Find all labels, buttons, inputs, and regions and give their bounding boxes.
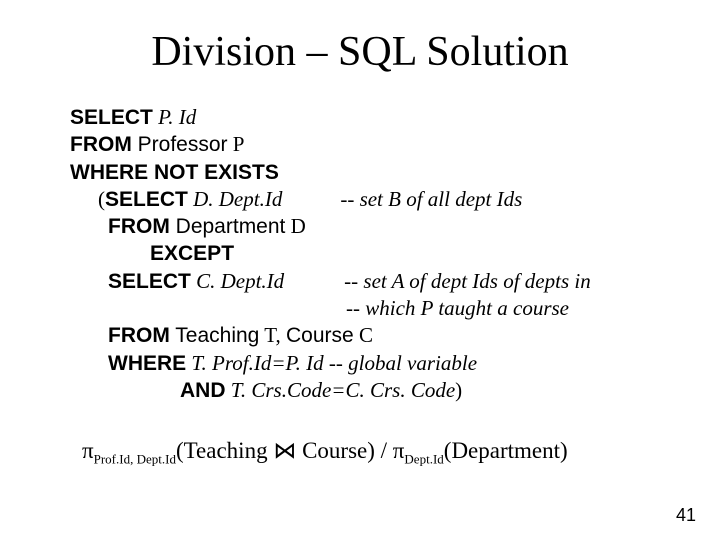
attr-ddeptid: D. Dept.Id — [188, 187, 282, 211]
sql-line-6: EXCEPT — [70, 240, 680, 267]
sql-line-2: FROM Professor P — [70, 131, 680, 158]
comment-global: -- global variable — [324, 351, 477, 375]
sql-line-9: WHERE T. Prof.Id=P. Id -- global variabl… — [70, 350, 680, 377]
relational-algebra-formula: πProf.Id, Dept.Id(Teaching ⋈ Course) / π… — [82, 438, 680, 468]
pi-symbol-1: π — [82, 438, 94, 463]
sql-line-8: FROM Teaching T, Course C — [70, 322, 680, 349]
sql-line-4: (SELECT D. Dept.Id -- set B of all dept I… — [70, 186, 680, 213]
attr-crscode: T. Crs.Code=C. Crs. Code — [226, 378, 456, 402]
tbl-department: Department — [170, 215, 286, 238]
tbl-professor: Professor — [132, 133, 228, 156]
sql-line-5: FROM Department D — [70, 213, 680, 240]
attr-pid: P. Id — [153, 105, 196, 129]
kw-select-inner1: SELECT — [105, 188, 188, 211]
alias-d: D — [285, 214, 305, 238]
comment-seta2: -- which P taught a course — [346, 296, 569, 320]
formula-arg2: (Department) — [444, 438, 568, 463]
tbl-course: Course — [286, 324, 354, 347]
sql-line-7: SELECT C. Dept.Id -- set A of dept Ids of… — [70, 268, 680, 295]
pi-sub-2: Dept.Id — [404, 452, 443, 467]
pi-sub-1: Prof.Id, Dept.Id — [94, 452, 176, 467]
sql-line-7b: -- which P taught a course — [70, 295, 680, 322]
alias-c: C — [354, 323, 373, 347]
paren-close: ) — [455, 378, 462, 402]
pi-symbol-2: π — [393, 438, 405, 463]
sql-line-1: SELECT P. Id — [70, 104, 680, 131]
slide-title: Division – SQL Solution — [40, 28, 680, 76]
slide-number: 41 — [676, 505, 696, 526]
mid-comma: T, — [259, 323, 286, 347]
sql-line-10: AND T. Crs.Code=C. Crs. Code) — [70, 377, 680, 404]
tbl-teaching: Teaching — [170, 324, 260, 347]
sql-line-3: WHERE NOT EXISTS — [70, 159, 680, 186]
kw-where-inner: WHERE — [108, 352, 186, 375]
paren-open: ( — [98, 187, 105, 211]
formula-arg1b: Course) / — [296, 438, 392, 463]
kw-where-not-exists: WHERE NOT EXISTS — [70, 161, 279, 184]
kw-and: AND — [180, 379, 226, 402]
kw-from-inner2: FROM — [108, 324, 170, 347]
kw-select-inner2: SELECT — [108, 270, 191, 293]
formula-arg1: (Teaching — [176, 438, 273, 463]
comment-setb: -- set B of all dept Ids — [340, 187, 522, 211]
attr-profid: T. Prof.Id=P. Id — [186, 351, 323, 375]
attr-cdeptid: C. Dept.Id — [191, 269, 284, 293]
comment-seta: -- set A of dept Ids of depts in — [344, 269, 591, 293]
alias-p: P — [228, 132, 245, 156]
join-symbol: ⋈ — [273, 438, 296, 463]
kw-from-inner1: FROM — [108, 215, 170, 238]
sql-body: SELECT P. Id FROM Professor P WHERE NOT … — [70, 104, 680, 404]
kw-except: EXCEPT — [150, 242, 234, 265]
kw-from: FROM — [70, 133, 132, 156]
kw-select: SELECT — [70, 106, 153, 129]
